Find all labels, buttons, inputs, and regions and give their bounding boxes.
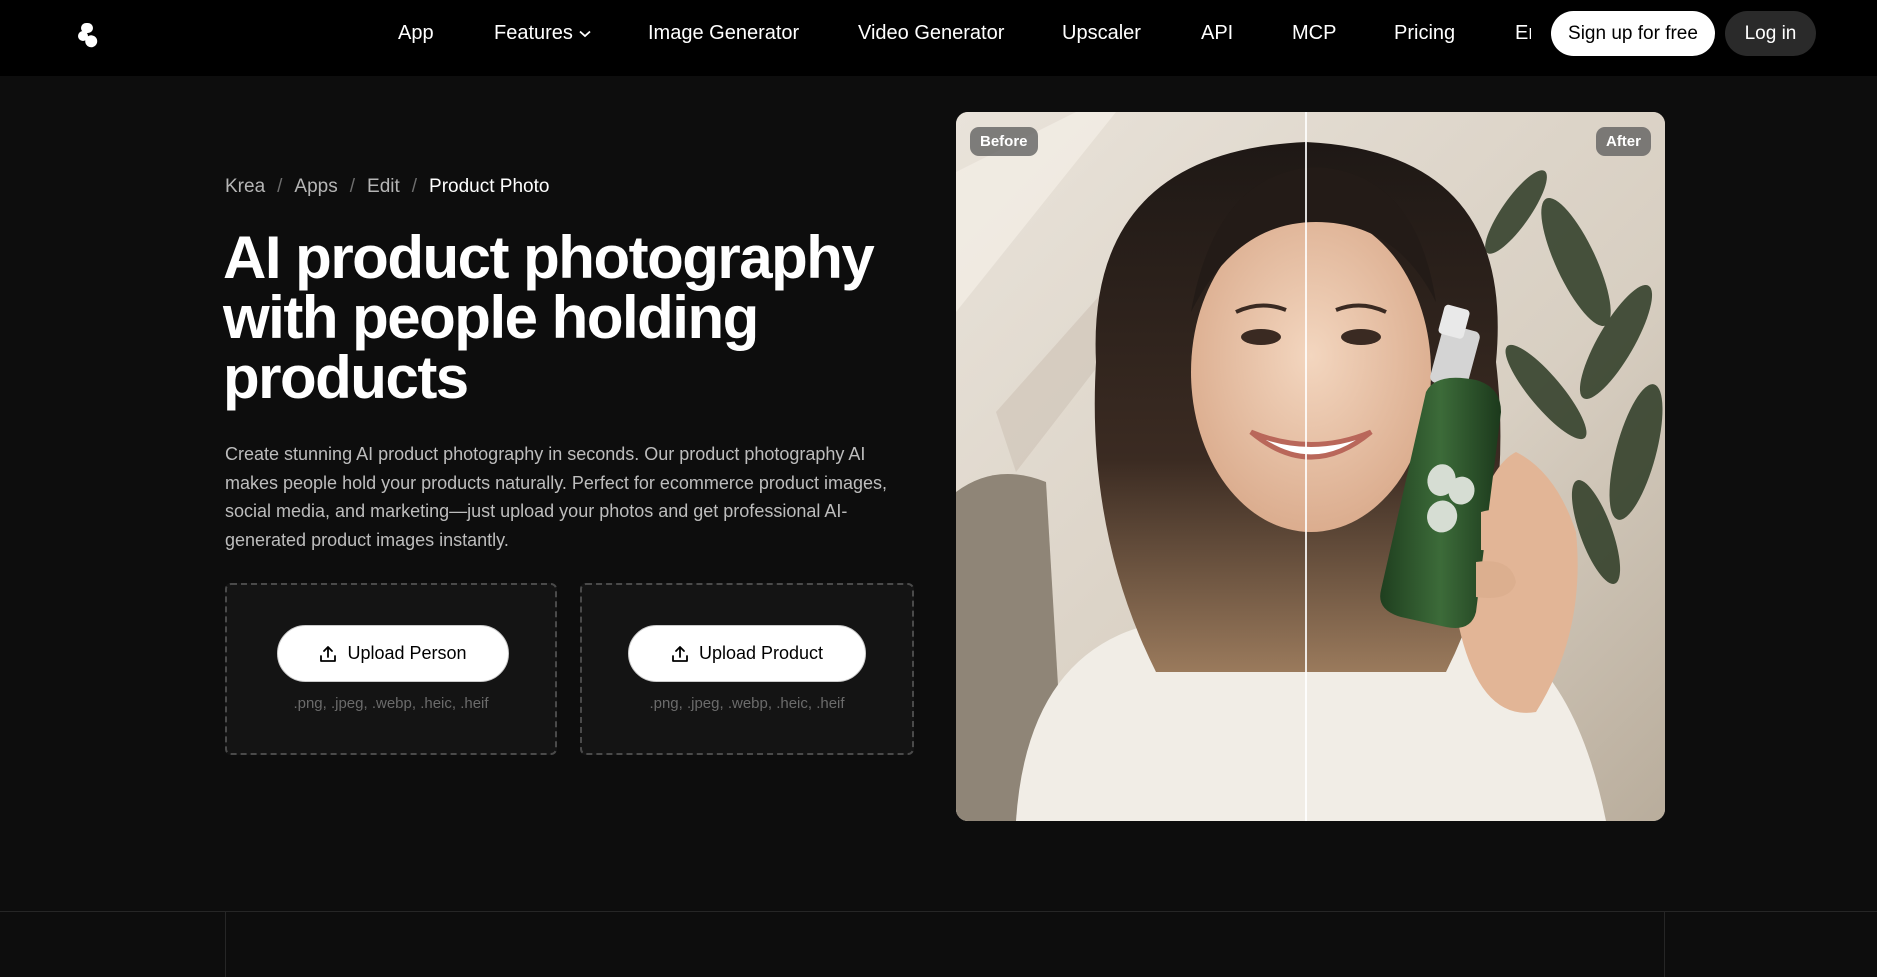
nav-item-pricing[interactable]: Pricing — [1394, 22, 1455, 45]
breadcrumb-item-edit[interactable]: Edit — [367, 176, 400, 197]
nav-item-api[interactable]: API — [1201, 22, 1233, 45]
sign-up-button[interactable]: Sign up for free — [1551, 11, 1715, 56]
breadcrumb-separator: / — [277, 176, 283, 197]
main-nav: App Features Image Generator Video Gener… — [398, 0, 1531, 67]
page-description: Create stunning AI product photography i… — [225, 444, 887, 550]
upload-person-button[interactable]: Upload Person — [277, 625, 509, 682]
upload-icon — [320, 645, 337, 662]
after-badge: After — [1595, 127, 1651, 156]
top-navigation: App Features Image Generator Video Gener… — [0, 0, 1877, 76]
nav-item-features[interactable]: Features — [494, 22, 591, 45]
nav-item-image-generator[interactable]: Image Generator — [648, 22, 799, 45]
page-title: AI product photography with people holdi… — [223, 224, 875, 411]
log-in-button[interactable]: Log in — [1725, 11, 1816, 56]
nav-item-upscaler[interactable]: Upscaler — [1062, 22, 1141, 45]
chevron-down-icon — [579, 30, 591, 37]
nav-item-mcp[interactable]: MCP — [1292, 22, 1336, 45]
upload-icon — [672, 645, 688, 662]
breadcrumb-separator: / — [411, 176, 418, 197]
upload-person-label: Upload Person — [347, 643, 467, 663]
upload-product-dropzone[interactable]: Upload Product .png, .jpeg, .webp, .heic… — [580, 583, 914, 755]
comparison-slider-handle[interactable] — [1305, 112, 1307, 821]
comparison-photo — [956, 112, 1665, 821]
nav-item-app[interactable]: App — [398, 22, 434, 45]
section-border-left — [225, 911, 226, 977]
krea-logo-icon[interactable] — [77, 21, 99, 49]
before-after-comparison[interactable]: Before After — [956, 112, 1665, 821]
upload-person-formats: .png, .jpeg, .webp, .heic, .heif — [293, 695, 489, 712]
breadcrumb-current: Product Photo — [429, 176, 550, 197]
nav-item-enterprise[interactable]: Enterprise — [1515, 22, 1531, 45]
section-divider — [0, 911, 1877, 912]
breadcrumb-separator: / — [349, 176, 356, 197]
before-badge: Before — [970, 127, 1038, 156]
upload-product-button[interactable]: Upload Product — [628, 625, 866, 682]
section-border-right — [1664, 911, 1665, 977]
nav-item-features-label: Features — [494, 22, 573, 44]
breadcrumb-item-apps[interactable]: Apps — [294, 176, 337, 197]
upload-product-label: Upload Product — [698, 643, 824, 663]
nav-item-video-generator[interactable]: Video Generator — [858, 22, 1004, 45]
breadcrumb-item-krea[interactable]: Krea — [225, 176, 265, 197]
upload-person-dropzone[interactable]: Upload Person .png, .jpeg, .webp, .heic,… — [225, 583, 557, 755]
upload-product-formats: .png, .jpeg, .webp, .heic, .heif — [649, 695, 845, 712]
breadcrumb: Krea / Apps / Edit / Product Photo — [225, 176, 549, 198]
